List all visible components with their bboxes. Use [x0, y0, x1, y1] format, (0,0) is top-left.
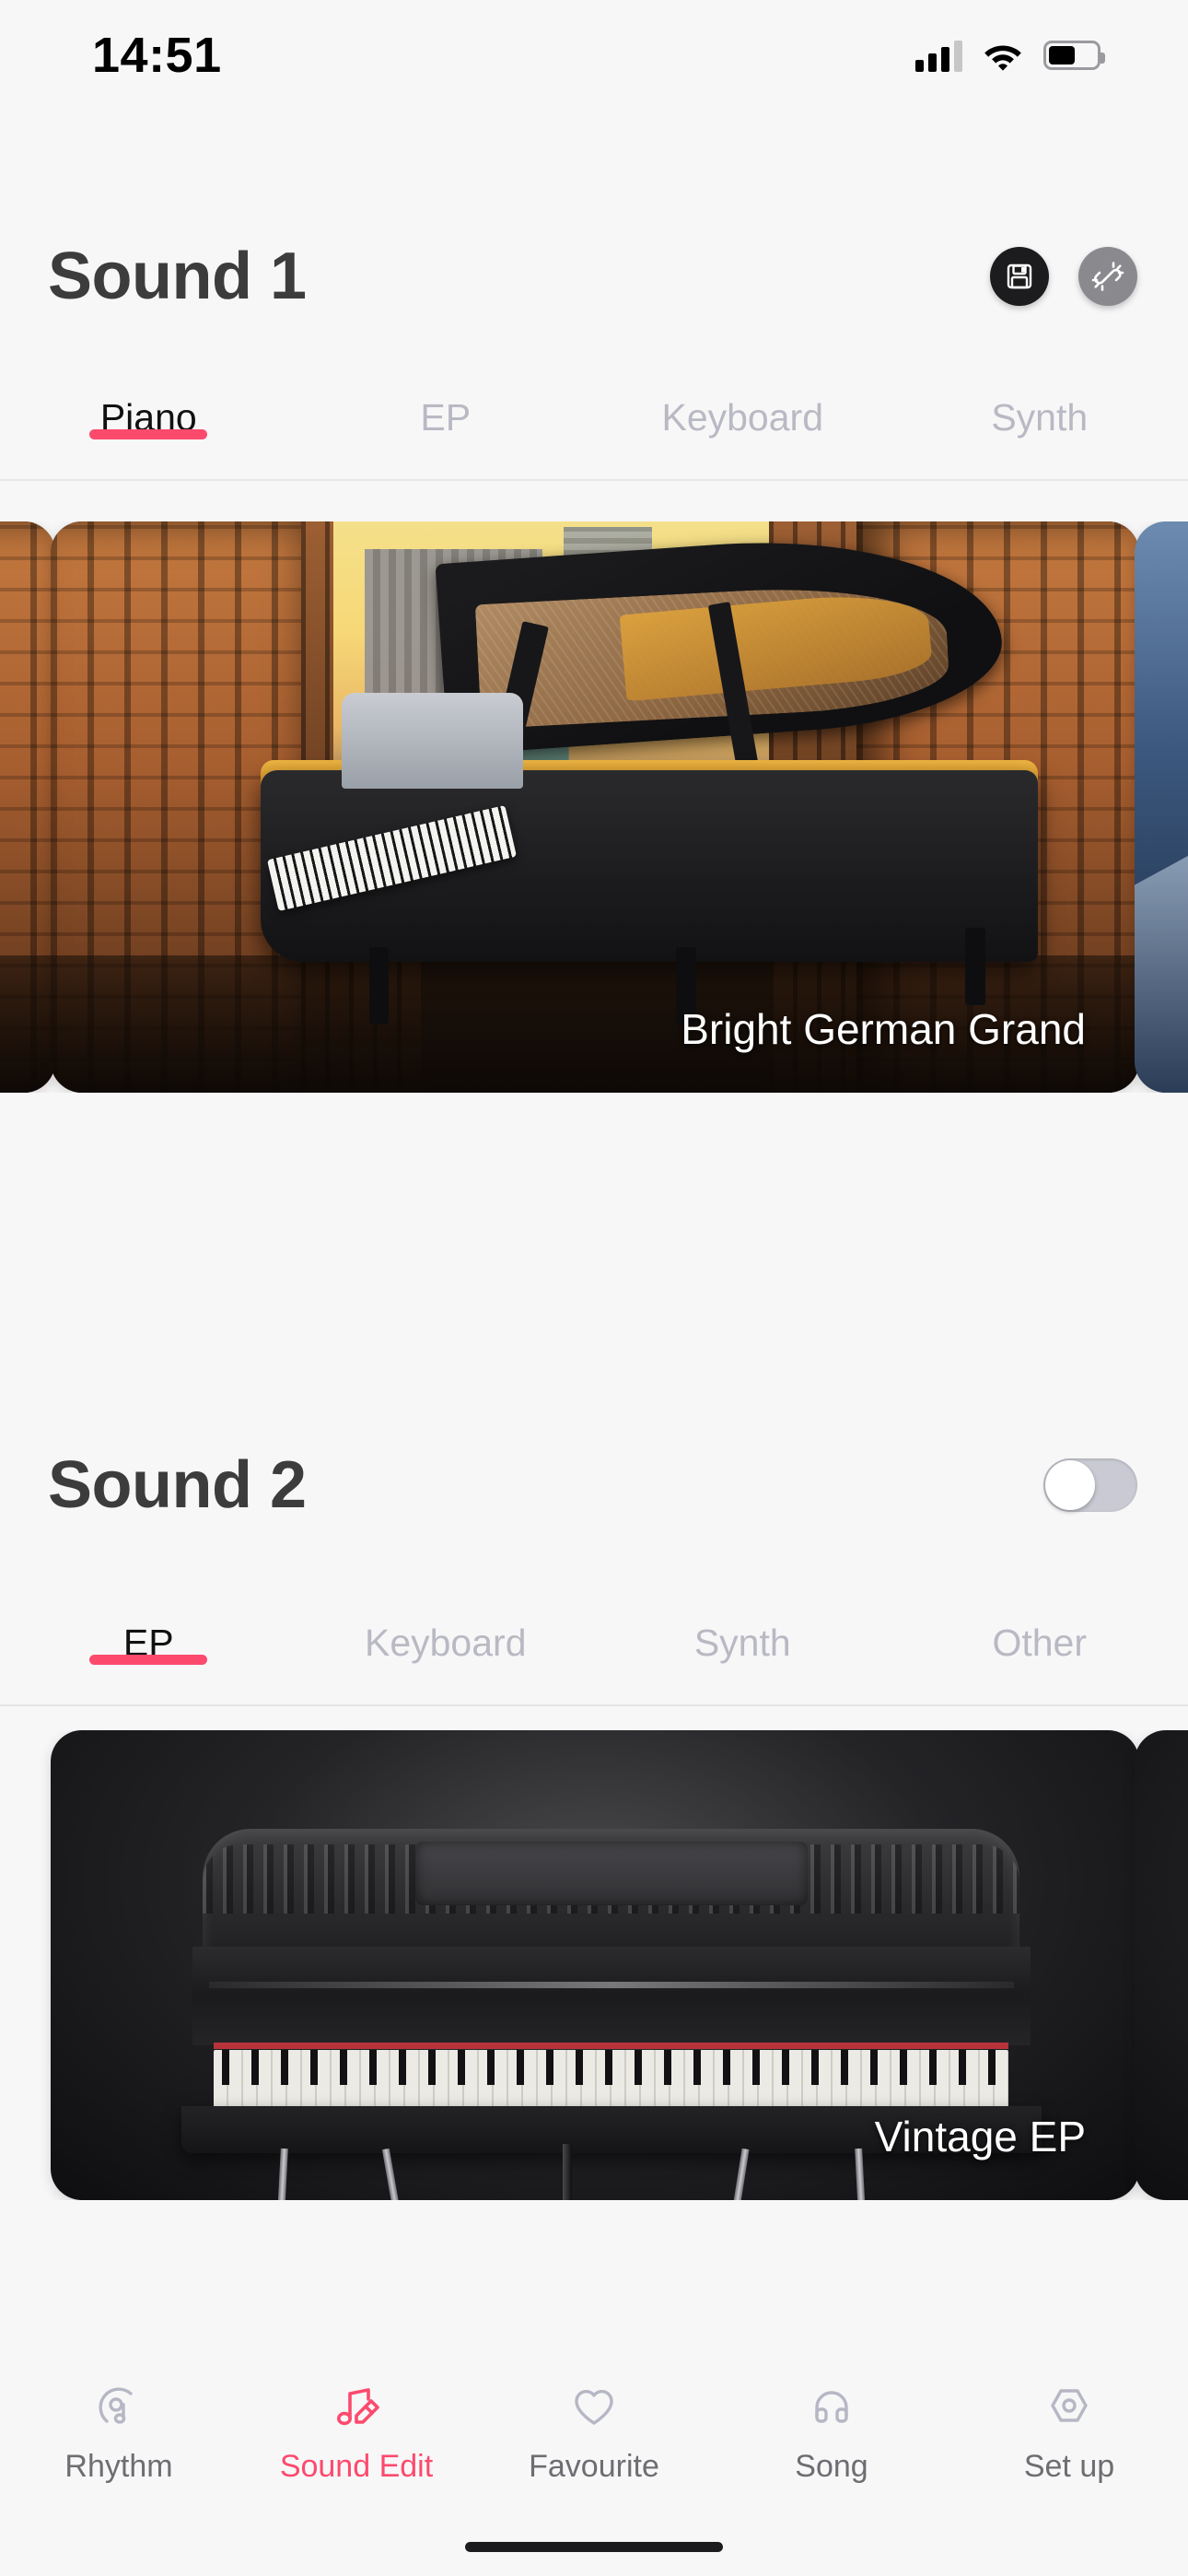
tab-label: Other — [992, 1622, 1088, 1664]
note-pencil-icon — [337, 2388, 379, 2426]
nav-item-rhythm[interactable]: Rhythm — [0, 2379, 238, 2485]
nav-item-favourite[interactable]: Favourite — [475, 2379, 713, 2485]
tab-label: EP — [420, 396, 472, 439]
sound1-carousel[interactable]: Bright German Grand — [0, 521, 1188, 1093]
tab-label: Keyboard — [661, 396, 823, 439]
tab-label: Synth — [991, 396, 1089, 439]
sound1-title: Sound 1 — [48, 240, 307, 313]
hexagon-gear-icon — [1051, 2389, 1088, 2422]
sound1-actions — [990, 247, 1137, 306]
tab-keyboard-2[interactable]: Keyboard — [297, 1605, 595, 1665]
tab-ep-2[interactable]: EP — [0, 1605, 297, 1665]
sound-card-vintage-ep[interactable]: Vintage EP — [51, 1730, 1139, 2200]
sound2-enable-toggle[interactable] — [1043, 1458, 1137, 1512]
sound1-tabs: Piano EP Keyboard Synth — [0, 380, 1188, 481]
sound2-carousel[interactable]: Vintage EP — [0, 1730, 1188, 2200]
tab-other-2[interactable]: Other — [891, 1605, 1188, 1665]
save-button[interactable] — [990, 247, 1049, 306]
tab-ep[interactable]: EP — [297, 380, 595, 439]
sound-card-bright-german-grand[interactable]: Bright German Grand — [51, 521, 1139, 1093]
status-indicators — [915, 29, 1105, 72]
sound-card-previous[interactable] — [0, 521, 55, 1093]
heart-icon — [575, 2389, 613, 2425]
unlink-button[interactable] — [1078, 247, 1137, 306]
sound-card-next-2[interactable] — [1135, 1730, 1188, 2200]
status-time: 14:51 — [92, 28, 222, 83]
nav-label: Set up — [1023, 2449, 1115, 2484]
nav-item-song[interactable]: Song — [713, 2379, 950, 2485]
sound2-tabs: EP Keyboard Synth Other — [0, 1605, 1188, 1706]
toggle-knob — [1045, 1460, 1095, 1510]
tab-label: Keyboard — [364, 1622, 527, 1664]
sound2-header: Sound 2 — [0, 1430, 1188, 1540]
status-bar: 14:51 — [0, 0, 1188, 101]
tab-synth-2[interactable]: Synth — [594, 1605, 891, 1665]
active-tab-indicator — [89, 1655, 208, 1665]
nav-item-sound-edit[interactable]: Sound Edit — [238, 2379, 475, 2485]
tab-piano[interactable]: Piano — [0, 380, 297, 439]
nav-label: Rhythm — [64, 2449, 173, 2484]
tab-synth[interactable]: Synth — [891, 380, 1188, 439]
sound2-title: Sound 2 — [48, 1448, 307, 1522]
tab-label: Synth — [693, 1622, 791, 1664]
tab-keyboard[interactable]: Keyboard — [594, 380, 891, 439]
cellular-signal-icon — [915, 39, 962, 72]
sound-card-next[interactable] — [1135, 521, 1188, 1093]
rhythm-disc-note-icon — [99, 2387, 133, 2424]
wifi-icon — [983, 40, 1023, 71]
nav-label: Song — [795, 2449, 868, 2484]
battery-icon — [1043, 41, 1105, 70]
nav-label: Sound Edit — [279, 2449, 434, 2484]
sound-card-label: Vintage EP — [874, 2113, 1086, 2160]
active-tab-indicator — [89, 429, 208, 439]
nav-item-set-up[interactable]: Set up — [950, 2379, 1188, 2485]
sound-card-label: Bright German Grand — [681, 1005, 1086, 1053]
home-indicator — [465, 2542, 723, 2552]
sound1-header: Sound 1 — [0, 221, 1188, 332]
nav-label: Favourite — [529, 2449, 659, 2484]
headphones-icon — [815, 2391, 848, 2423]
app-screen: 14:51 Sound 1 Piano EP Keyboard Synth Br… — [0, 0, 1188, 2576]
